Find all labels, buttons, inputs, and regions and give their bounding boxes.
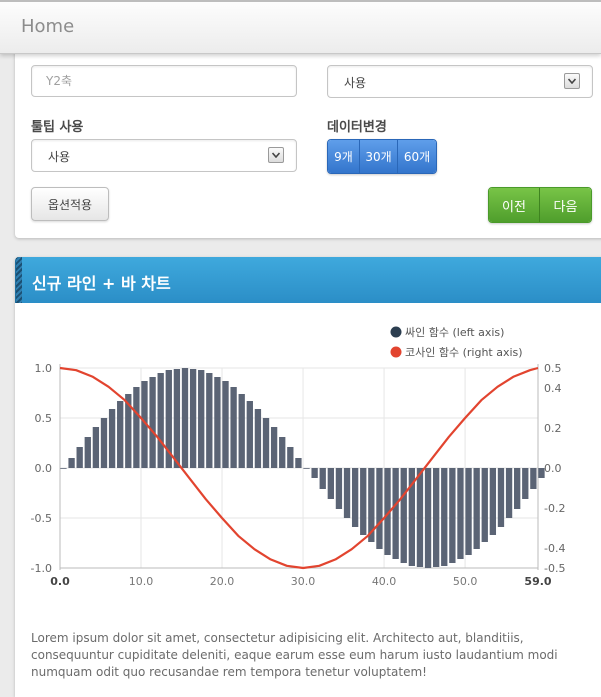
bar bbox=[530, 468, 537, 489]
bar bbox=[303, 468, 310, 469]
legend-marker-sine bbox=[390, 326, 402, 338]
bar bbox=[133, 387, 140, 468]
chart-description: Lorem ipsum dolor sit amet, consectetur … bbox=[31, 631, 558, 679]
bar bbox=[181, 368, 189, 468]
bar bbox=[270, 427, 278, 468]
bar bbox=[392, 468, 399, 559]
bar bbox=[311, 468, 318, 478]
bar bbox=[376, 468, 383, 549]
top-right-select[interactable]: 사용 bbox=[327, 65, 593, 98]
y-right-tick-label: 0.2 bbox=[544, 422, 562, 435]
bar bbox=[108, 409, 116, 468]
bar bbox=[335, 468, 343, 509]
bar bbox=[351, 468, 359, 527]
legend-label-sine: 싸인 함수 (left axis) bbox=[405, 326, 504, 339]
bar bbox=[254, 409, 262, 468]
tooltip-select[interactable]: 사용 bbox=[31, 139, 297, 172]
data-count-button-group: 9개 30개 60개 bbox=[327, 139, 437, 174]
next-button[interactable]: 다음 bbox=[540, 188, 591, 222]
bar bbox=[441, 468, 448, 566]
home-title[interactable]: Home bbox=[21, 16, 74, 37]
bar bbox=[68, 458, 75, 468]
x-tick-label: 0.0 bbox=[50, 575, 70, 588]
bar bbox=[473, 468, 480, 549]
legend-marker-cosine bbox=[390, 346, 402, 358]
bar bbox=[295, 458, 302, 468]
bar bbox=[157, 373, 164, 468]
bar bbox=[481, 468, 488, 542]
bar bbox=[497, 468, 505, 527]
data-change-label: 데이터변경 bbox=[327, 120, 387, 135]
bar bbox=[84, 437, 91, 468]
bar bbox=[246, 401, 253, 468]
bar bbox=[343, 468, 351, 518]
pager-button-group: 이전 다음 bbox=[488, 187, 592, 223]
bar bbox=[287, 447, 294, 468]
x-tick-label: 50.0 bbox=[453, 575, 478, 588]
bar bbox=[206, 373, 213, 468]
chart-panel: 신규 라인 + 바 차트 1.0 0.5 0.0 -0.5 -1.0 0.5 0.4 0.2 0… bbox=[15, 257, 601, 697]
y-right-tick-label: 0.0 bbox=[544, 462, 562, 475]
bar bbox=[262, 418, 270, 468]
bar bbox=[319, 468, 326, 489]
bar bbox=[76, 447, 83, 468]
bar bbox=[327, 468, 334, 499]
y2-axis-input[interactable] bbox=[31, 65, 297, 97]
top-bar: Home bbox=[0, 0, 601, 54]
y-right-tick-label: -0.2 bbox=[544, 502, 565, 515]
y-right-tick-label: 0.5 bbox=[544, 362, 562, 375]
bar bbox=[173, 369, 181, 468]
bar bbox=[100, 418, 108, 468]
legend-label-cosine: 코사인 함수 (right axis) bbox=[405, 346, 523, 359]
data-30-button[interactable]: 30개 bbox=[360, 140, 398, 173]
data-60-button[interactable]: 60개 bbox=[398, 140, 436, 173]
tooltip-select-value: 사용 bbox=[48, 150, 71, 164]
y-right-tick-label: -0.5 bbox=[544, 562, 565, 575]
bar bbox=[432, 468, 440, 567]
y-left-tick-label: 0.0 bbox=[35, 462, 53, 475]
y-left-tick-label: -1.0 bbox=[31, 562, 52, 575]
bar bbox=[489, 468, 497, 535]
data-9-button[interactable]: 9개 bbox=[328, 140, 360, 173]
bar bbox=[117, 401, 124, 468]
y-left-tick-label: -0.5 bbox=[31, 512, 52, 525]
y-left-tick-label: 1.0 bbox=[35, 362, 53, 375]
x-tick-label: 20.0 bbox=[210, 575, 235, 588]
x-tick-label: 40.0 bbox=[372, 575, 397, 588]
bar bbox=[189, 369, 197, 468]
line-bar-chart: 1.0 0.5 0.0 -0.5 -1.0 0.5 0.4 0.2 0.0 -0.2 -0.4 -0.… bbox=[31, 326, 566, 588]
prev-button[interactable]: 이전 bbox=[489, 188, 540, 222]
bar bbox=[60, 468, 67, 469]
x-tick-label: 10.0 bbox=[129, 575, 154, 588]
bar bbox=[457, 468, 464, 559]
bar bbox=[214, 377, 221, 468]
x-tick-label: 59.0 bbox=[524, 575, 551, 588]
bar bbox=[198, 370, 205, 468]
bar bbox=[222, 381, 229, 468]
bar bbox=[238, 394, 245, 468]
chevron-down-icon[interactable] bbox=[564, 73, 580, 89]
bar bbox=[424, 468, 432, 568]
bar bbox=[514, 468, 521, 509]
bar bbox=[505, 468, 513, 518]
bar bbox=[449, 468, 456, 563]
bar bbox=[360, 468, 367, 535]
tooltip-label: 툴팁 사용 bbox=[31, 120, 84, 135]
bar bbox=[416, 468, 424, 567]
chevron-down-icon[interactable] bbox=[268, 147, 284, 163]
bar bbox=[465, 468, 472, 555]
bar bbox=[149, 377, 156, 468]
apply-options-button[interactable]: 옵션적용 bbox=[31, 187, 109, 221]
bar bbox=[522, 468, 529, 499]
bar bbox=[400, 468, 407, 563]
top-right-select-value: 사용 bbox=[344, 76, 367, 90]
y-right-tick-label: 0.4 bbox=[544, 382, 562, 395]
y-right-tick-label: -0.4 bbox=[544, 542, 565, 555]
bar bbox=[92, 427, 100, 468]
bar bbox=[279, 437, 286, 468]
y-left-tick-label: 0.5 bbox=[35, 412, 53, 425]
bar bbox=[230, 387, 237, 468]
x-tick-label: 30.0 bbox=[291, 575, 316, 588]
